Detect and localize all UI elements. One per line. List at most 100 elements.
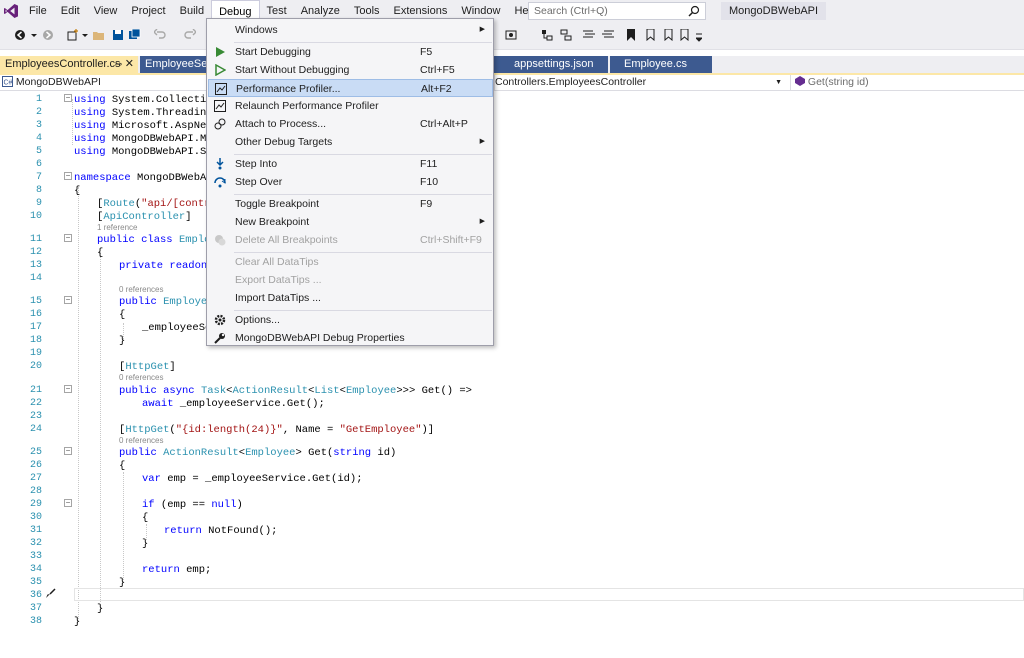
project-dropdown-label: MongoDBWebAPI <box>16 76 101 88</box>
debug-menu-performance-profiler[interactable]: Performance Profiler... Alt+F2 <box>208 79 493 97</box>
debug-menu-windows[interactable]: Windows ▶ <box>208 21 493 39</box>
code-editor[interactable]: − − − − − − − 1using System.Collection 2… <box>0 91 1024 658</box>
indent-guide <box>72 99 73 145</box>
performance-profiler-icon <box>215 83 227 95</box>
quick-actions-brush-icon[interactable] <box>45 588 56 599</box>
class-view-icon[interactable] <box>560 29 572 41</box>
tab-label: Employee.cs <box>624 58 687 70</box>
standard-toolbar <box>0 22 1024 50</box>
search-input[interactable]: Search (Ctrl+Q) <box>528 2 706 20</box>
visual-studio-logo-icon[interactable] <box>0 0 22 22</box>
codelens-references[interactable]: 1 reference <box>97 223 137 232</box>
open-file-icon[interactable] <box>93 29 105 41</box>
debug-menu-delete-all-breakpoints[interactable]: Delete All Breakpoints Ctrl+Shift+F9 <box>208 231 493 249</box>
debug-menu-debug-properties[interactable]: MongoDBWebAPI Debug Properties <box>208 329 493 347</box>
start-without-debugging-icon <box>214 64 226 76</box>
delete-breakpoints-icon <box>214 234 226 246</box>
debug-menu-start-without-debugging[interactable]: Start Without Debugging Ctrl+F5 <box>208 61 493 79</box>
tab-employee-model[interactable]: Employee.cs <box>610 56 712 73</box>
menu-edit[interactable]: Edit <box>54 0 87 22</box>
comment-lines-icon[interactable] <box>583 29 595 41</box>
attach-to-process-icon <box>214 118 226 130</box>
tab-label: appsettings.json <box>514 58 594 70</box>
menu-bar: File Edit View Project Build Debug Test … <box>0 0 1024 22</box>
undo-icon[interactable] <box>154 29 166 41</box>
debug-menu-export-datatips[interactable]: Export DataTips ... <box>208 271 493 289</box>
class-dropdown-label: Controllers.EmployeesController <box>495 76 646 88</box>
debug-menu-start-debugging[interactable]: Start Debugging F5 <box>208 43 493 61</box>
submenu-arrow-icon: ▶ <box>480 21 485 39</box>
relaunch-profiler-icon <box>214 100 226 112</box>
svg-text:C#: C# <box>4 80 13 87</box>
search-icon[interactable] <box>688 5 700 22</box>
uncomment-lines-icon[interactable] <box>602 29 614 41</box>
chevron-down-icon[interactable]: ▼ <box>775 75 782 90</box>
debug-menu-relaunch-profiler[interactable]: Relaunch Performance Profiler <box>208 97 493 115</box>
current-line-highlight <box>74 588 1024 601</box>
solution-explorer-icon[interactable] <box>541 29 553 41</box>
submenu-arrow-icon: ▶ <box>480 213 485 231</box>
dropdown-arrow-icon[interactable] <box>31 29 37 41</box>
submenu-arrow-icon: ▶ <box>480 133 485 151</box>
menu-file[interactable]: File <box>22 0 54 22</box>
start-debugging-play-icon <box>214 46 226 58</box>
collapse-usings-icon[interactable]: − <box>64 94 72 102</box>
gear-icon <box>214 314 226 326</box>
screenshot-icon[interactable] <box>505 29 517 41</box>
collapse-constructor-icon[interactable]: − <box>64 296 72 304</box>
class-dropdown[interactable]: Controllers.EmployeesController ▼ <box>494 75 788 90</box>
collapse-get-all-icon[interactable]: − <box>64 385 72 393</box>
redo-icon[interactable] <box>184 29 196 41</box>
save-all-icon[interactable] <box>129 29 141 41</box>
search-placeholder: Search (Ctrl+Q) <box>534 5 608 17</box>
codelens-references[interactable]: 0 references <box>119 285 163 294</box>
debug-menu-other-debug-targets[interactable]: Other Debug Targets ▶ <box>208 133 493 151</box>
indent-guide <box>78 187 79 619</box>
tab-label: EmployeesController.cs <box>5 58 121 70</box>
debug-menu-options[interactable]: Options... <box>208 311 493 329</box>
step-into-icon <box>214 158 226 170</box>
tab-appsettings[interactable]: appsettings.json <box>494 56 608 73</box>
toolbar-overflow-icon[interactable] <box>696 33 702 45</box>
project-name-badge: MongoDBWebAPI <box>721 2 826 20</box>
debug-menu-dropdown: Windows ▶ Start Debugging F5 Start Witho… <box>206 18 494 346</box>
debug-menu-import-datatips[interactable]: Import DataTips ... <box>208 289 493 307</box>
collapse-namespace-icon[interactable]: − <box>64 172 72 180</box>
navigate-forward-icon[interactable] <box>42 29 54 41</box>
menu-view[interactable]: View <box>87 0 125 22</box>
wrench-icon <box>214 332 226 344</box>
document-tab-strip: EmployeesController.cs ⊸ ✕ EmployeeServi… <box>0 56 1024 73</box>
new-project-dropdown-icon[interactable] <box>82 29 88 41</box>
step-over-icon <box>214 176 226 188</box>
codelens-references[interactable]: 0 references <box>119 436 163 445</box>
tab-employee-service[interactable]: EmployeeServic <box>140 56 210 73</box>
debug-menu-new-breakpoint[interactable]: New Breakpoint ▶ <box>208 213 493 231</box>
new-project-icon[interactable] <box>67 29 79 41</box>
menu-project[interactable]: Project <box>124 0 172 22</box>
navigation-bar: C# MongoDBWebAPI Controllers.EmployeesCo… <box>0 75 1024 91</box>
collapse-class-icon[interactable]: − <box>64 234 72 242</box>
clear-bookmarks-icon[interactable] <box>678 29 690 41</box>
save-icon[interactable] <box>112 29 124 41</box>
member-dropdown-label: Get(string id) <box>808 76 869 88</box>
debug-menu-clear-datatips[interactable]: Clear All DataTips <box>208 253 493 271</box>
project-dropdown[interactable]: C# MongoDBWebAPI <box>2 75 206 90</box>
debug-menu-attach-to-process[interactable]: Attach to Process... Ctrl+Alt+P <box>208 115 493 133</box>
close-tab-icon[interactable]: ✕ <box>125 56 134 73</box>
bookmark-icon[interactable] <box>625 29 637 41</box>
next-bookmark-icon[interactable] <box>662 29 674 41</box>
debug-menu-step-over[interactable]: Step Over F10 <box>208 173 493 191</box>
member-dropdown[interactable]: Get(string id) <box>790 75 1024 90</box>
debug-menu-toggle-breakpoint[interactable]: Toggle Breakpoint F9 <box>208 195 493 213</box>
pin-tab-icon[interactable]: ⊸ <box>114 56 122 73</box>
debug-menu-step-into[interactable]: Step Into F11 <box>208 155 493 173</box>
navigate-back-icon[interactable] <box>14 29 26 41</box>
codelens-references[interactable]: 0 references <box>119 373 163 382</box>
collapse-get-by-id-icon[interactable]: − <box>64 447 72 455</box>
previous-bookmark-icon[interactable] <box>644 29 656 41</box>
collapse-if-icon[interactable]: − <box>64 499 72 507</box>
tab-employees-controller[interactable]: EmployeesController.cs ⊸ ✕ <box>0 56 138 73</box>
indent-guide <box>100 252 101 602</box>
indent-guide <box>123 472 124 580</box>
csharp-project-icon: C# <box>2 76 13 87</box>
